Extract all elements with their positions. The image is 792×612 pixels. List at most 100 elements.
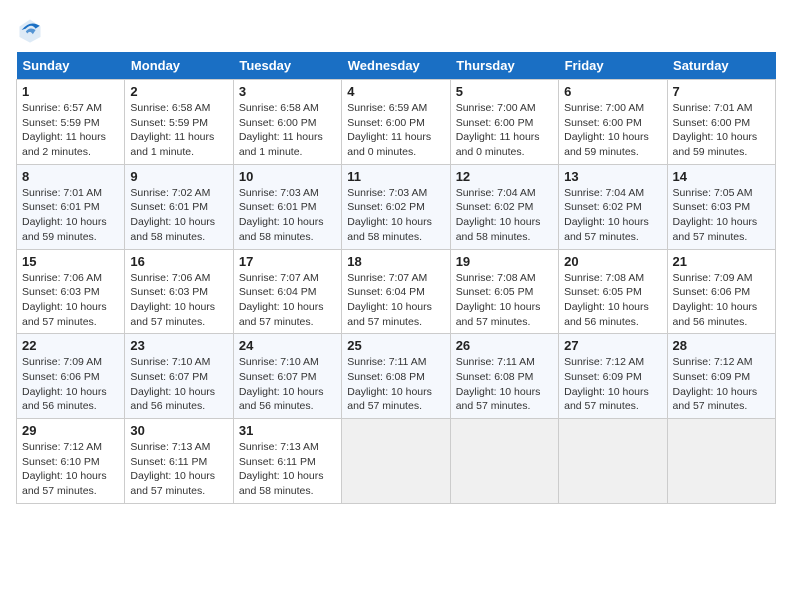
calendar-cell: 22 Sunrise: 7:09 AM Sunset: 6:06 PM Dayl… — [17, 334, 125, 419]
day-info: Sunrise: 7:11 AM Sunset: 6:08 PM Dayligh… — [347, 355, 444, 414]
weekday-header-thursday: Thursday — [450, 52, 558, 80]
calendar-cell: 21 Sunrise: 7:09 AM Sunset: 6:06 PM Dayl… — [667, 249, 775, 334]
calendar-week-1: 1 Sunrise: 6:57 AM Sunset: 5:59 PM Dayli… — [17, 80, 776, 165]
day-number: 5 — [456, 84, 553, 99]
calendar-week-5: 29 Sunrise: 7:12 AM Sunset: 6:10 PM Dayl… — [17, 419, 776, 504]
calendar-cell: 2 Sunrise: 6:58 AM Sunset: 5:59 PM Dayli… — [125, 80, 233, 165]
weekday-header-tuesday: Tuesday — [233, 52, 341, 80]
calendar-cell: 25 Sunrise: 7:11 AM Sunset: 6:08 PM Dayl… — [342, 334, 450, 419]
calendar-cell: 20 Sunrise: 7:08 AM Sunset: 6:05 PM Dayl… — [559, 249, 667, 334]
calendar-cell: 8 Sunrise: 7:01 AM Sunset: 6:01 PM Dayli… — [17, 164, 125, 249]
calendar-cell: 10 Sunrise: 7:03 AM Sunset: 6:01 PM Dayl… — [233, 164, 341, 249]
calendar-cell: 30 Sunrise: 7:13 AM Sunset: 6:11 PM Dayl… — [125, 419, 233, 504]
day-number: 16 — [130, 254, 227, 269]
calendar-table: SundayMondayTuesdayWednesdayThursdayFrid… — [16, 52, 776, 504]
day-info: Sunrise: 7:10 AM Sunset: 6:07 PM Dayligh… — [130, 355, 227, 414]
calendar-cell: 24 Sunrise: 7:10 AM Sunset: 6:07 PM Dayl… — [233, 334, 341, 419]
day-info: Sunrise: 6:57 AM Sunset: 5:59 PM Dayligh… — [22, 101, 119, 160]
calendar-cell — [559, 419, 667, 504]
day-number: 31 — [239, 423, 336, 438]
calendar-cell: 28 Sunrise: 7:12 AM Sunset: 6:09 PM Dayl… — [667, 334, 775, 419]
day-number: 28 — [673, 338, 770, 353]
day-number: 2 — [130, 84, 227, 99]
day-number: 27 — [564, 338, 661, 353]
day-number: 21 — [673, 254, 770, 269]
calendar-cell: 3 Sunrise: 6:58 AM Sunset: 6:00 PM Dayli… — [233, 80, 341, 165]
day-number: 17 — [239, 254, 336, 269]
day-info: Sunrise: 7:13 AM Sunset: 6:11 PM Dayligh… — [130, 440, 227, 499]
day-number: 11 — [347, 169, 444, 184]
weekday-header-row: SundayMondayTuesdayWednesdayThursdayFrid… — [17, 52, 776, 80]
day-number: 19 — [456, 254, 553, 269]
weekday-header-sunday: Sunday — [17, 52, 125, 80]
day-info: Sunrise: 7:04 AM Sunset: 6:02 PM Dayligh… — [564, 186, 661, 245]
weekday-header-wednesday: Wednesday — [342, 52, 450, 80]
calendar-week-3: 15 Sunrise: 7:06 AM Sunset: 6:03 PM Dayl… — [17, 249, 776, 334]
calendar-cell — [667, 419, 775, 504]
day-info: Sunrise: 7:00 AM Sunset: 6:00 PM Dayligh… — [564, 101, 661, 160]
day-info: Sunrise: 7:09 AM Sunset: 6:06 PM Dayligh… — [673, 271, 770, 330]
calendar-cell: 31 Sunrise: 7:13 AM Sunset: 6:11 PM Dayl… — [233, 419, 341, 504]
day-info: Sunrise: 7:03 AM Sunset: 6:01 PM Dayligh… — [239, 186, 336, 245]
day-number: 20 — [564, 254, 661, 269]
day-number: 13 — [564, 169, 661, 184]
calendar-cell: 17 Sunrise: 7:07 AM Sunset: 6:04 PM Dayl… — [233, 249, 341, 334]
day-info: Sunrise: 6:59 AM Sunset: 6:00 PM Dayligh… — [347, 101, 444, 160]
calendar-cell: 4 Sunrise: 6:59 AM Sunset: 6:00 PM Dayli… — [342, 80, 450, 165]
logo — [16, 16, 46, 44]
calendar-cell: 16 Sunrise: 7:06 AM Sunset: 6:03 PM Dayl… — [125, 249, 233, 334]
day-info: Sunrise: 7:12 AM Sunset: 6:10 PM Dayligh… — [22, 440, 119, 499]
calendar-cell — [342, 419, 450, 504]
calendar-cell: 9 Sunrise: 7:02 AM Sunset: 6:01 PM Dayli… — [125, 164, 233, 249]
day-number: 14 — [673, 169, 770, 184]
day-number: 25 — [347, 338, 444, 353]
calendar-week-2: 8 Sunrise: 7:01 AM Sunset: 6:01 PM Dayli… — [17, 164, 776, 249]
day-info: Sunrise: 7:06 AM Sunset: 6:03 PM Dayligh… — [130, 271, 227, 330]
day-info: Sunrise: 7:00 AM Sunset: 6:00 PM Dayligh… — [456, 101, 553, 160]
day-info: Sunrise: 7:03 AM Sunset: 6:02 PM Dayligh… — [347, 186, 444, 245]
day-info: Sunrise: 6:58 AM Sunset: 6:00 PM Dayligh… — [239, 101, 336, 160]
day-info: Sunrise: 7:07 AM Sunset: 6:04 PM Dayligh… — [347, 271, 444, 330]
day-number: 26 — [456, 338, 553, 353]
calendar-cell: 1 Sunrise: 6:57 AM Sunset: 5:59 PM Dayli… — [17, 80, 125, 165]
day-info: Sunrise: 7:01 AM Sunset: 6:00 PM Dayligh… — [673, 101, 770, 160]
day-info: Sunrise: 7:08 AM Sunset: 6:05 PM Dayligh… — [564, 271, 661, 330]
day-info: Sunrise: 7:10 AM Sunset: 6:07 PM Dayligh… — [239, 355, 336, 414]
day-number: 29 — [22, 423, 119, 438]
calendar-week-4: 22 Sunrise: 7:09 AM Sunset: 6:06 PM Dayl… — [17, 334, 776, 419]
day-number: 7 — [673, 84, 770, 99]
day-info: Sunrise: 6:58 AM Sunset: 5:59 PM Dayligh… — [130, 101, 227, 160]
weekday-header-saturday: Saturday — [667, 52, 775, 80]
calendar-cell: 26 Sunrise: 7:11 AM Sunset: 6:08 PM Dayl… — [450, 334, 558, 419]
day-number: 10 — [239, 169, 336, 184]
weekday-header-monday: Monday — [125, 52, 233, 80]
calendar-cell: 12 Sunrise: 7:04 AM Sunset: 6:02 PM Dayl… — [450, 164, 558, 249]
day-number: 3 — [239, 84, 336, 99]
logo-icon — [16, 16, 44, 44]
day-info: Sunrise: 7:08 AM Sunset: 6:05 PM Dayligh… — [456, 271, 553, 330]
calendar-cell: 11 Sunrise: 7:03 AM Sunset: 6:02 PM Dayl… — [342, 164, 450, 249]
calendar-cell: 5 Sunrise: 7:00 AM Sunset: 6:00 PM Dayli… — [450, 80, 558, 165]
day-info: Sunrise: 7:12 AM Sunset: 6:09 PM Dayligh… — [673, 355, 770, 414]
day-number: 30 — [130, 423, 227, 438]
weekday-header-friday: Friday — [559, 52, 667, 80]
day-number: 9 — [130, 169, 227, 184]
day-number: 12 — [456, 169, 553, 184]
calendar-cell — [450, 419, 558, 504]
day-number: 8 — [22, 169, 119, 184]
day-number: 22 — [22, 338, 119, 353]
day-number: 24 — [239, 338, 336, 353]
day-info: Sunrise: 7:02 AM Sunset: 6:01 PM Dayligh… — [130, 186, 227, 245]
day-info: Sunrise: 7:12 AM Sunset: 6:09 PM Dayligh… — [564, 355, 661, 414]
calendar-cell: 7 Sunrise: 7:01 AM Sunset: 6:00 PM Dayli… — [667, 80, 775, 165]
calendar-cell: 18 Sunrise: 7:07 AM Sunset: 6:04 PM Dayl… — [342, 249, 450, 334]
day-info: Sunrise: 7:09 AM Sunset: 6:06 PM Dayligh… — [22, 355, 119, 414]
day-number: 23 — [130, 338, 227, 353]
day-number: 15 — [22, 254, 119, 269]
calendar-cell: 27 Sunrise: 7:12 AM Sunset: 6:09 PM Dayl… — [559, 334, 667, 419]
calendar-cell: 14 Sunrise: 7:05 AM Sunset: 6:03 PM Dayl… — [667, 164, 775, 249]
day-number: 1 — [22, 84, 119, 99]
day-info: Sunrise: 7:04 AM Sunset: 6:02 PM Dayligh… — [456, 186, 553, 245]
day-info: Sunrise: 7:01 AM Sunset: 6:01 PM Dayligh… — [22, 186, 119, 245]
day-info: Sunrise: 7:13 AM Sunset: 6:11 PM Dayligh… — [239, 440, 336, 499]
